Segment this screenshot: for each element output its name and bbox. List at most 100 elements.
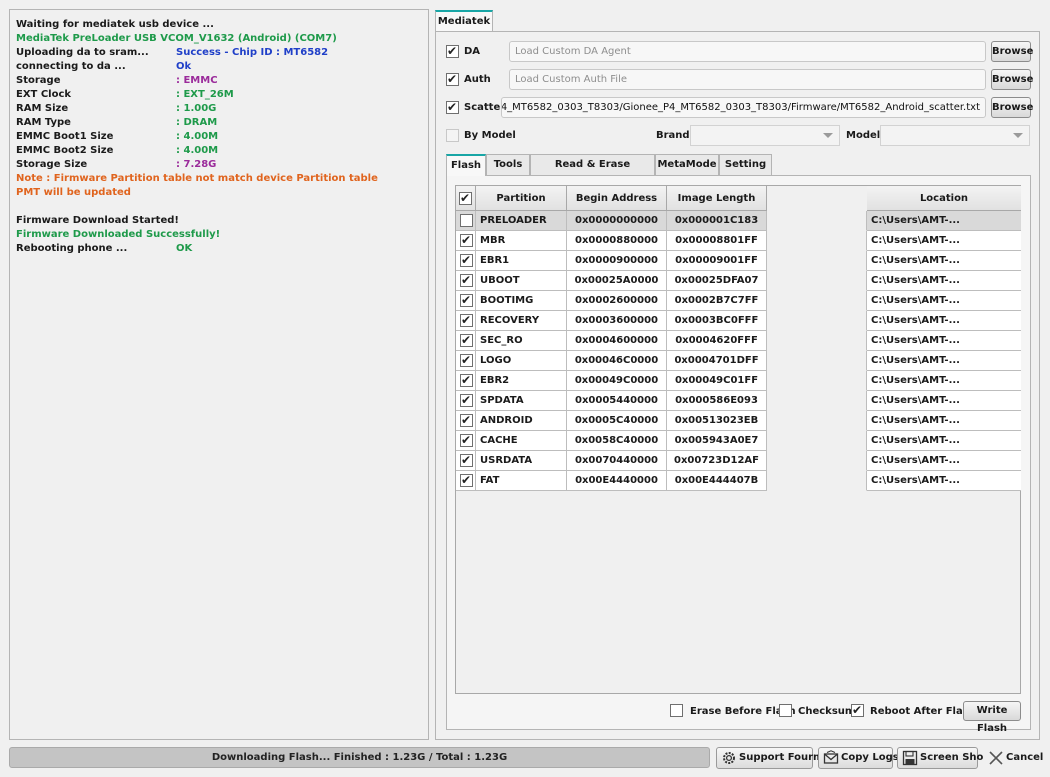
location-cell: C:\Users\AMT-...: [867, 291, 1021, 311]
cancel-button[interactable]: Cancel: [983, 747, 1044, 769]
empty-cell: [767, 231, 867, 251]
log-value: : EXT_26M: [176, 89, 234, 100]
auth-browse-button[interactable]: Browse: [991, 69, 1033, 90]
table-row[interactable]: SEC_RO0x00046000000x0004620FFF C:\Users\A…: [456, 331, 1021, 351]
support-forum-button[interactable]: Support Fourm: [716, 747, 823, 769]
log-label: Firmware Download Started!: [16, 215, 179, 226]
begin-address-cell: 0x0002600000: [567, 291, 667, 311]
row-checkbox[interactable]: [460, 353, 473, 367]
tab-setting[interactable]: Setting: [719, 154, 772, 175]
row-checkbox[interactable]: [460, 293, 473, 307]
row-checkbox[interactable]: [460, 313, 473, 327]
row-checkbox[interactable]: [460, 214, 473, 227]
log-value: OK: [176, 243, 193, 254]
row-check-cell: [456, 411, 476, 431]
erase-before-flash-checkbox[interactable]: [670, 704, 683, 717]
da-label: DA: [464, 46, 481, 57]
log-value: : DRAM: [176, 117, 218, 128]
tab-mediatek[interactable]: Mediatek: [435, 10, 493, 32]
table-row[interactable]: RECOVERY0x00036000000x0003BC0FFF C:\Users…: [456, 311, 1021, 331]
scatter-browse-button[interactable]: Browse: [991, 97, 1033, 118]
table-row[interactable]: USRDATA0x00704400000x00723D12AF C:\Users\…: [456, 451, 1021, 471]
row-checkbox[interactable]: [460, 413, 473, 427]
row-checkbox[interactable]: [460, 333, 473, 347]
row-checkbox[interactable]: [460, 433, 473, 447]
auth-label: Auth: [464, 74, 491, 85]
partition-table[interactable]: Partition Begin Address Image Length Loc…: [455, 185, 1021, 694]
scatter-file-field[interactable]: C:\Users\AMT-\Desktop\Gionee_P4_MT6582_0…: [501, 97, 986, 118]
location-cell: C:\Users\AMT-...: [867, 451, 1021, 471]
table-row[interactable]: EBR10x00009000000x00009001FF C:\Users\AMT…: [456, 251, 1021, 271]
auth-file-field[interactable]: Load Custom Auth File: [509, 69, 986, 90]
begin-address-cell: 0x00E4440000: [567, 471, 667, 491]
table-row[interactable]: SPDATA0x00054400000x000586E093 C:\Users\A…: [456, 391, 1021, 411]
select-all-checkbox[interactable]: [459, 191, 472, 205]
screenshot-button[interactable]: Screen Shot: [897, 747, 988, 769]
row-checkbox[interactable]: [460, 453, 473, 467]
empty-cell: [767, 431, 867, 451]
location-cell: C:\Users\AMT-...: [867, 231, 1021, 251]
log-label: Note : Firmware Partition table not matc…: [16, 173, 378, 184]
da-browse-button[interactable]: Browse: [991, 41, 1033, 62]
partition-name-cell: USRDATA: [476, 451, 567, 471]
scatter-label: Scatter: [464, 102, 506, 113]
write-flash-button[interactable]: Write Flash: [963, 701, 1021, 734]
begin-address-cell: 0x00049C0000: [567, 371, 667, 391]
begin-address-header[interactable]: Begin Address: [567, 186, 667, 211]
table-row[interactable]: UBOOT0x00025A00000x00025DFA07 C:\Users\AM…: [456, 271, 1021, 291]
empty-cell: [767, 451, 867, 471]
copy-logs-label: Copy Logs: [841, 752, 899, 763]
row-checkbox[interactable]: [460, 373, 473, 387]
tab-metamode[interactable]: MetaMode: [655, 154, 719, 175]
model-select[interactable]: [880, 125, 1030, 146]
row-checkbox[interactable]: [460, 393, 473, 407]
image-length-header[interactable]: Image Length: [667, 186, 767, 211]
row-checkbox[interactable]: [460, 233, 473, 247]
log-panel[interactable]: Waiting for mediatek usb device ... Media…: [9, 9, 429, 740]
log-label: Firmware Downloaded Successfully!: [16, 229, 221, 240]
table-row[interactable]: ANDROID0x0005C400000x00513023EB C:\Users\…: [456, 411, 1021, 431]
location-header[interactable]: Location: [867, 186, 1021, 211]
row-checkbox[interactable]: [460, 473, 473, 487]
image-length-cell: 0x00723D12AF: [667, 451, 767, 471]
by-model-label: By Model: [464, 130, 516, 141]
row-checkbox[interactable]: [460, 273, 473, 287]
by-model-checkbox[interactable]: [446, 129, 459, 142]
begin-address-cell: 0x0005C40000: [567, 411, 667, 431]
copy-logs-button[interactable]: Copy Logs: [818, 747, 899, 769]
status-text: Downloading Flash... Finished : 1.23G / …: [211, 752, 508, 763]
auth-checkbox[interactable]: [446, 72, 459, 86]
log-label: Waiting for mediatek usb device ...: [16, 19, 214, 30]
partition-header[interactable]: Partition: [476, 186, 567, 211]
table-row[interactable]: FAT0x00E44400000x00E444407B C:\Users\AMT-…: [456, 471, 1021, 491]
row-check-cell: [456, 291, 476, 311]
da-agent-field[interactable]: Load Custom DA Agent: [509, 41, 986, 62]
tab-tools[interactable]: Tools: [486, 154, 530, 175]
row-checkbox[interactable]: [460, 253, 473, 267]
tab-read-erase[interactable]: Read & Erase Operation: [530, 154, 655, 190]
row-check-cell: [456, 471, 476, 491]
scatter-checkbox[interactable]: [446, 100, 459, 114]
table-row[interactable]: LOGO0x00046C00000x0004701DFF C:\Users\AMT…: [456, 351, 1021, 371]
log-label: EMMC Boot2 Size: [16, 145, 114, 156]
brand-select[interactable]: [690, 125, 840, 146]
da-checkbox[interactable]: [446, 44, 459, 58]
partition-name-cell: ANDROID: [476, 411, 567, 431]
table-row[interactable]: PRELOADER 0x0000000000 0x000001C183 C:\User…: [456, 211, 1021, 231]
select-all-header[interactable]: [456, 186, 476, 211]
table-row[interactable]: EBR20x00049C00000x00049C01FF C:\Users\AMT…: [456, 371, 1021, 391]
image-length-cell: 0x000001C183: [667, 211, 767, 231]
table-row[interactable]: CACHE0x0058C400000x005943A0E7 C:\Users\AM…: [456, 431, 1021, 451]
checksum-checkbox[interactable]: [779, 704, 792, 717]
begin-address-cell: 0x0000880000: [567, 231, 667, 251]
log-label: connecting to da ...: [16, 61, 126, 72]
table-row[interactable]: BOOTIMG0x00026000000x0002B7C7FF C:\Users\…: [456, 291, 1021, 311]
reboot-after-flash-checkbox[interactable]: [851, 703, 864, 717]
location-cell: C:\Users\AMT-...: [867, 331, 1021, 351]
log-label: PMT will be updated: [16, 187, 131, 198]
empty-cell: [767, 411, 867, 431]
tab-flash[interactable]: Flash: [446, 154, 486, 176]
table-row[interactable]: MBR0x00008800000x00008801FF C:\Users\AMT-…: [456, 231, 1021, 251]
cancel-label: Cancel: [1006, 752, 1044, 763]
location-cell: C:\Users\AMT-...: [867, 271, 1021, 291]
